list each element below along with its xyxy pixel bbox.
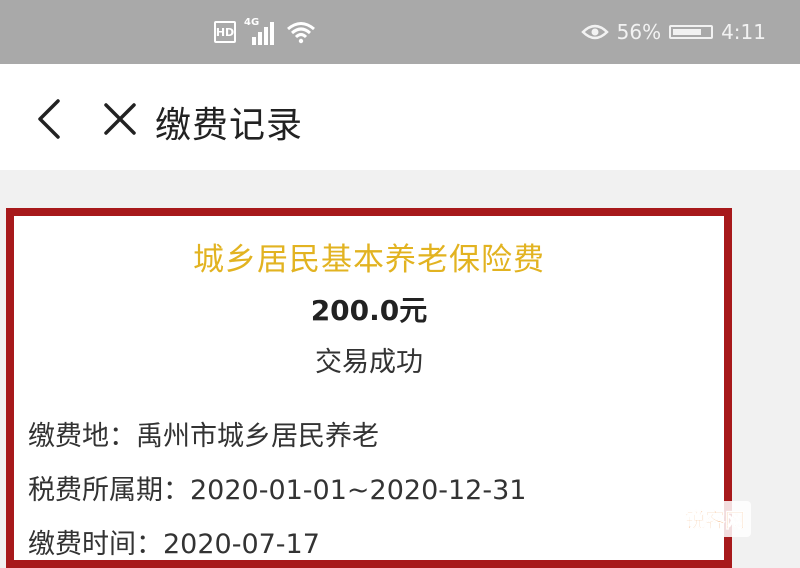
signal-icon: 4G: [244, 17, 278, 45]
field-value: 2020-01-01~2020-12-31: [190, 475, 527, 506]
sim-label: HD: [215, 25, 235, 39]
transaction-status: 交易成功: [315, 347, 423, 378]
page-title: 缴费记录: [155, 105, 304, 146]
field-value: 禹州市城乡居民养老: [136, 421, 379, 452]
wifi-icon: [287, 22, 315, 44]
watermark-logo: 锐客网: [679, 501, 751, 537]
insurance-type-title: 城乡居民基本养老保险费: [193, 242, 545, 278]
field-value: 2020-07-17: [163, 529, 320, 560]
field-label: 缴费时间：: [28, 529, 163, 560]
payment-record-card[interactable]: 城乡居民基本养老保险费 200.0元 交易成功 缴费地：禹州市城乡居民养老 税费…: [6, 208, 732, 568]
battery-percent: 56%: [616, 20, 662, 44]
payment-location-row: 缴费地：禹州市城乡居民养老: [28, 414, 379, 453]
battery-icon: [669, 25, 714, 39]
status-right: 56% 4:11: [580, 18, 766, 46]
sim-icon: HD: [214, 21, 236, 43]
status-time: 4:11: [721, 20, 766, 44]
close-icon[interactable]: [103, 102, 137, 136]
status-left: HD 4G: [214, 17, 316, 46]
field-label: 税费所属期：: [28, 475, 190, 506]
eye-icon: [580, 24, 609, 40]
payment-amount: 200.0元: [310, 294, 428, 327]
field-label: 缴费地：: [28, 421, 136, 452]
status-bar: HD 4G 56% 4:11: [0, 0, 800, 64]
payment-time-row: 缴费时间：2020-07-17: [28, 522, 320, 561]
chevron-left-icon[interactable]: [34, 98, 62, 140]
tax-period-row: 税费所属期：2020-01-01~2020-12-31: [28, 468, 526, 507]
watermark-text: 锐客网: [685, 508, 745, 532]
